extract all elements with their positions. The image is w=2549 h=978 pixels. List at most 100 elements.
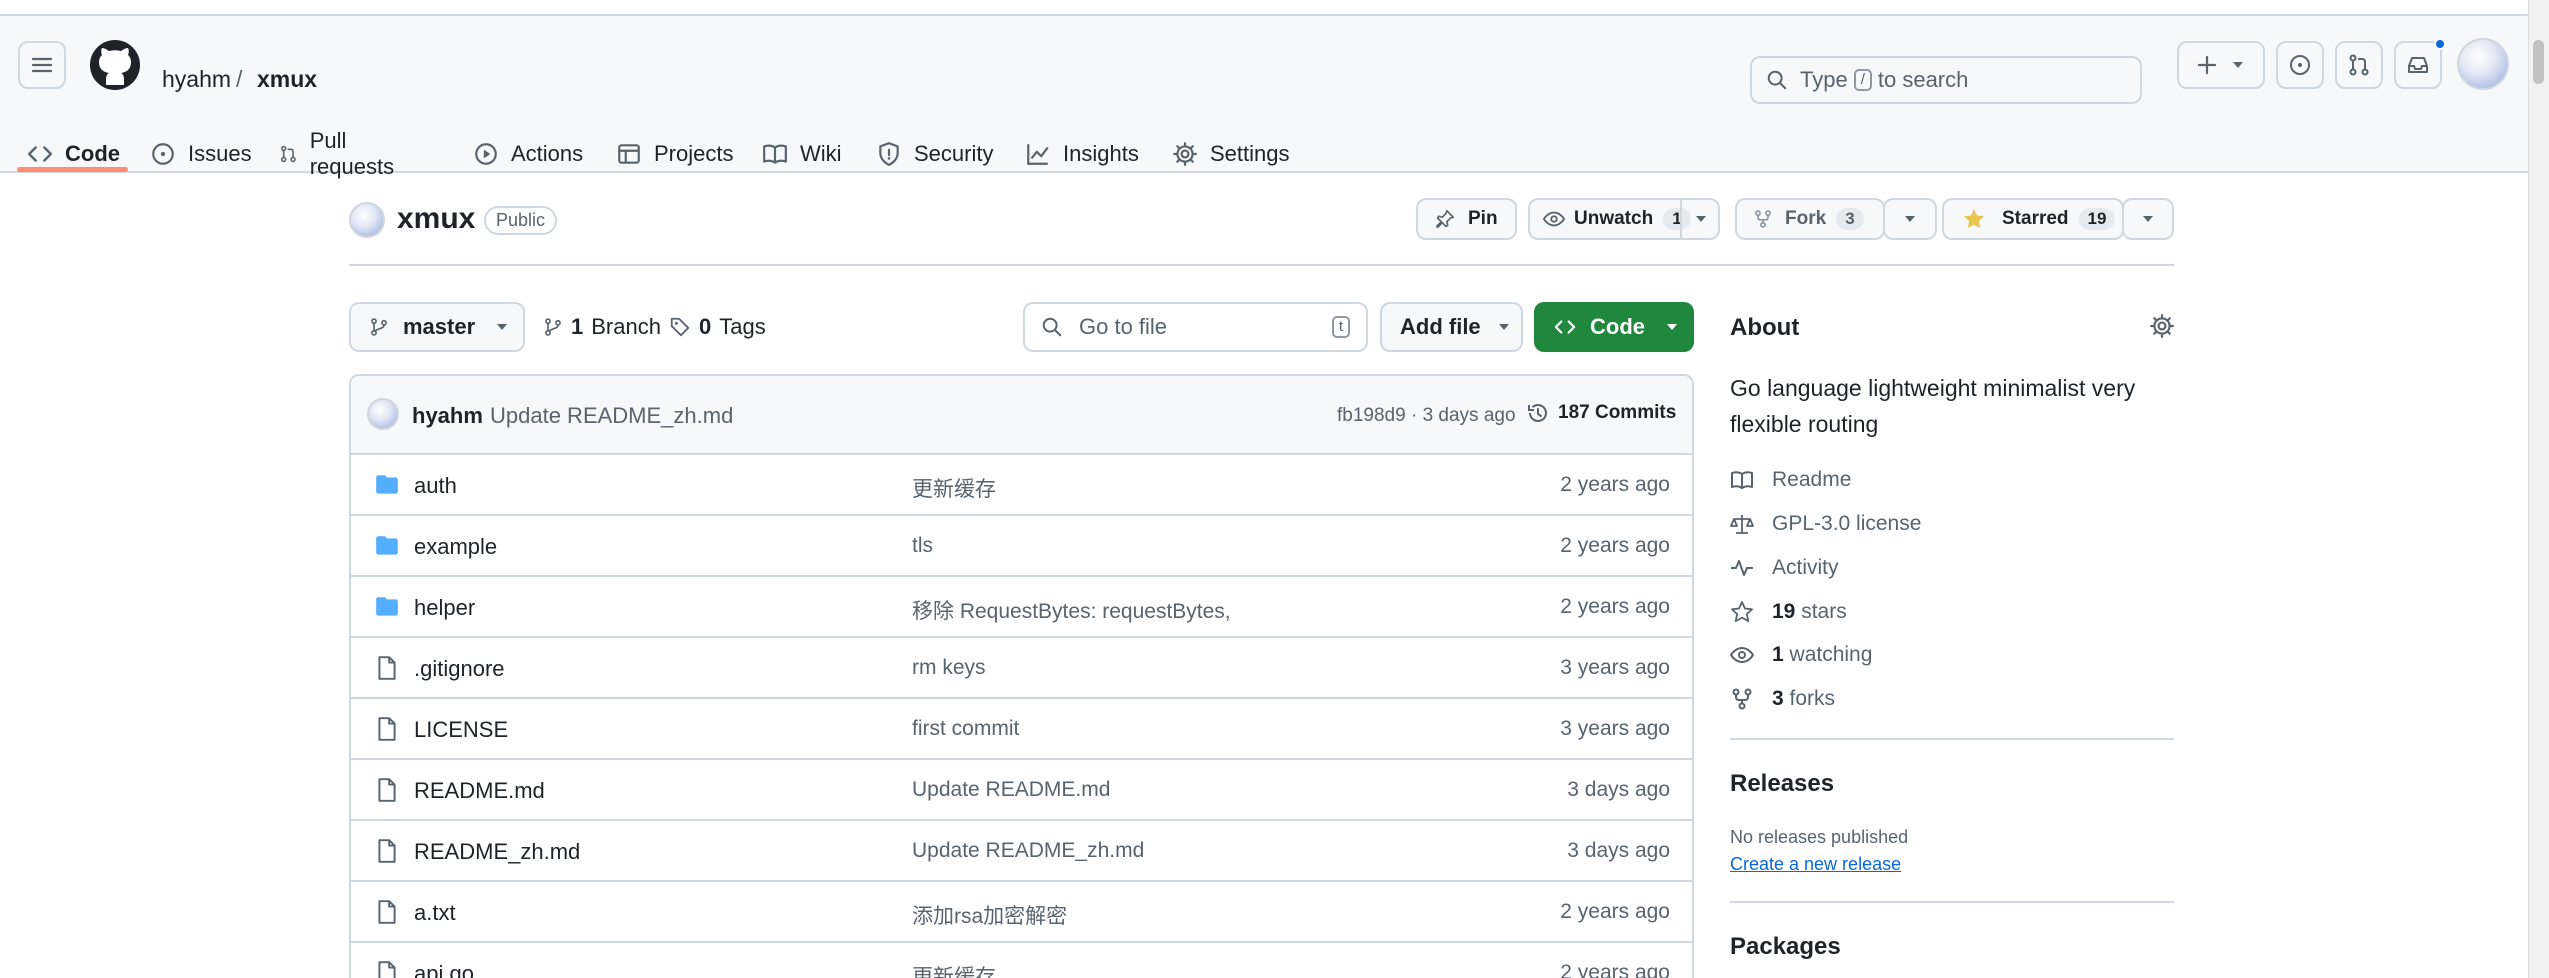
user-avatar[interactable] xyxy=(2457,38,2509,90)
search-icon xyxy=(1767,70,1787,90)
go-to-file-shortcut: t xyxy=(1331,316,1350,338)
pin-icon xyxy=(1435,209,1455,229)
file-row[interactable]: a.txt 添加rsa加密解密 2 years ago xyxy=(351,882,1692,943)
tab-wiki[interactable]: Wiki xyxy=(762,121,842,187)
releases-divider xyxy=(1730,901,2174,903)
stars-link[interactable]: 19 stars xyxy=(1730,600,1847,624)
commit-author[interactable]: hyahm xyxy=(412,403,483,429)
file-row[interactable]: LICENSE first commit 3 years ago xyxy=(351,699,1692,760)
tab-code[interactable]: Code xyxy=(27,121,120,187)
file-row[interactable]: example tls 2 years ago xyxy=(351,516,1692,577)
file-name[interactable]: .gitignore xyxy=(414,656,505,682)
pull-request-icon xyxy=(280,145,296,163)
file-commit-message[interactable]: tls xyxy=(912,534,933,558)
file-commit-date: 3 days ago xyxy=(1567,778,1670,801)
file-commit-message[interactable]: first commit xyxy=(912,717,1019,741)
menu-button[interactable] xyxy=(18,41,66,89)
file-icon xyxy=(374,838,400,864)
file-row[interactable]: api.go 更新缓存 2 years ago xyxy=(351,943,1692,978)
breadcrumb-owner[interactable]: hyahm xyxy=(162,66,231,93)
gear-icon[interactable] xyxy=(2149,313,2175,339)
file-row[interactable]: helper 移除 RequestBytes: requestBytes, 2 ye… xyxy=(351,577,1692,638)
starred-button[interactable]: Starred 19 xyxy=(1942,198,2124,240)
issues-button[interactable] xyxy=(2276,41,2324,89)
commits-count-label: 187 Commits xyxy=(1558,402,1677,423)
file-commit-message[interactable]: 更新缓存 xyxy=(912,473,996,503)
branch-select-button[interactable]: master xyxy=(349,302,525,352)
search-placeholder-after: to search xyxy=(1877,67,1969,92)
breadcrumb-repo[interactable]: xmux xyxy=(257,66,317,93)
file-name[interactable]: README.md xyxy=(414,778,545,804)
file-commit-message[interactable]: Update README_zh.md xyxy=(912,839,1144,863)
file-name[interactable]: example xyxy=(414,534,497,560)
scrollbar-thumb[interactable] xyxy=(2533,40,2544,84)
create-release-link[interactable]: Create a new release xyxy=(1730,854,1901,875)
unwatch-button[interactable]: Unwatch 1 xyxy=(1528,198,1720,240)
folder-icon xyxy=(374,533,400,559)
active-tab-indicator xyxy=(17,167,128,172)
tab-insights[interactable]: Insights xyxy=(1025,121,1139,187)
code-button-label: Code xyxy=(1590,314,1645,339)
commit-message[interactable]: Update README_zh.md xyxy=(490,403,733,429)
file-name[interactable]: helper xyxy=(414,595,475,621)
tab-security[interactable]: Security xyxy=(876,121,993,187)
activity-link[interactable]: Activity xyxy=(1730,556,1839,580)
commits-link[interactable]: 187 Commits xyxy=(1526,401,1676,425)
search-icon xyxy=(1042,317,1062,337)
caret-down-icon xyxy=(1905,216,1915,222)
pull-requests-button[interactable] xyxy=(2335,41,2383,89)
releases-title[interactable]: Releases xyxy=(1730,770,1834,798)
file-commit-message[interactable]: rm keys xyxy=(912,656,986,680)
git-branch-icon xyxy=(371,318,387,336)
file-name[interactable]: LICENSE xyxy=(414,717,508,743)
watching-count: 1 xyxy=(1772,643,1784,666)
file-commit-message[interactable]: 移除 RequestBytes: requestBytes, xyxy=(912,595,1231,625)
license-link[interactable]: GPL-3.0 license xyxy=(1730,512,1921,536)
git-branch-icon xyxy=(545,318,561,336)
file-commit-message[interactable]: Update README.md xyxy=(912,778,1110,802)
branches-link[interactable]: 1 Branch xyxy=(543,314,661,340)
tab-issues[interactable]: Issues xyxy=(150,121,252,187)
code-dropdown-button[interactable]: Code xyxy=(1534,302,1694,352)
tab-actions[interactable]: Actions xyxy=(473,121,583,187)
file-row[interactable]: README.md Update README.md 3 days ago xyxy=(351,760,1692,821)
tab-settings[interactable]: Settings xyxy=(1172,121,1290,187)
search-placeholder-before: Type xyxy=(1800,67,1848,92)
branch-label: Branch xyxy=(591,314,661,339)
watching-link[interactable]: 1 watching xyxy=(1730,643,1872,667)
branch-name: master xyxy=(403,314,476,339)
file-name[interactable]: auth xyxy=(414,473,457,499)
tab-pull-requests[interactable]: Pull requests xyxy=(279,121,401,187)
file-name[interactable]: README_zh.md xyxy=(414,839,580,865)
starred-label: Starred xyxy=(2002,208,2069,229)
fork-button[interactable]: Fork 3 xyxy=(1735,198,1885,240)
tab-insights-label: Insights xyxy=(1063,141,1139,166)
readme-link[interactable]: Readme xyxy=(1730,468,1851,492)
file-name[interactable]: a.txt xyxy=(414,900,456,926)
github-logo-icon[interactable] xyxy=(89,39,141,91)
browser-top-edge xyxy=(0,0,2528,16)
file-commit-date: 2 years ago xyxy=(1560,534,1670,557)
go-to-file-input[interactable]: Go to file t xyxy=(1023,302,1368,352)
create-new-button[interactable] xyxy=(2177,41,2265,89)
file-row[interactable]: .gitignore rm keys 3 years ago xyxy=(351,638,1692,699)
star-dropdown-button[interactable] xyxy=(2122,198,2174,240)
forks-link[interactable]: 3 forks xyxy=(1730,687,1835,711)
commit-hash-time[interactable]: fb198d9 · 3 days ago xyxy=(1337,405,1516,427)
file-name[interactable]: api.go xyxy=(414,961,474,978)
law-icon xyxy=(1730,515,1754,534)
repo-title[interactable]: xmux xyxy=(397,202,475,236)
tags-link[interactable]: 0 Tags xyxy=(669,314,766,340)
add-file-button[interactable]: Add file xyxy=(1380,302,1523,352)
pin-button[interactable]: Pin xyxy=(1416,198,1517,240)
file-row[interactable]: auth 更新缓存 2 years ago xyxy=(351,455,1692,516)
tab-projects[interactable]: Projects xyxy=(616,121,733,187)
tab-settings-label: Settings xyxy=(1210,141,1290,166)
packages-title[interactable]: Packages xyxy=(1730,933,1841,961)
page-scrollbar[interactable] xyxy=(2528,0,2549,978)
file-commit-message[interactable]: 更新缓存 xyxy=(912,961,996,978)
fork-dropdown-button[interactable] xyxy=(1883,198,1937,240)
search-input[interactable]: Type / to search xyxy=(1750,56,2142,104)
file-row[interactable]: README_zh.md Update README_zh.md 3 days ag… xyxy=(351,821,1692,882)
file-commit-message[interactable]: 添加rsa加密解密 xyxy=(912,900,1067,930)
